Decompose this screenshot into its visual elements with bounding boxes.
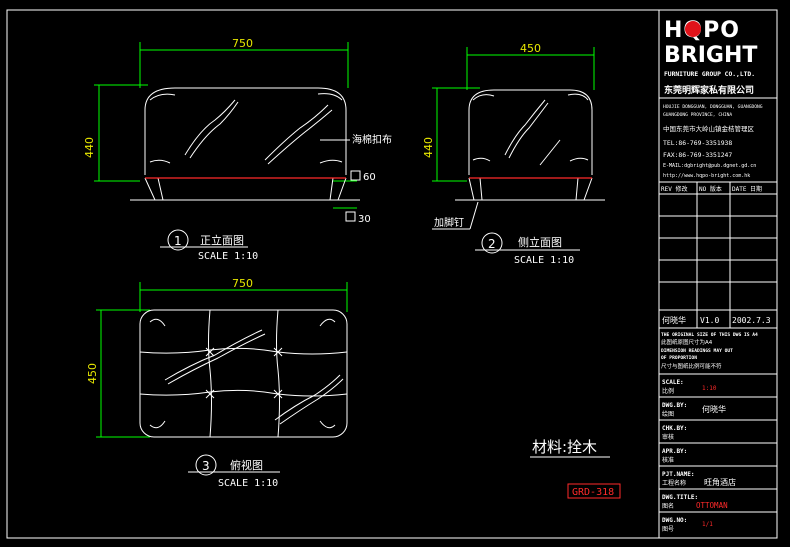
rev-header-rev: REV 修改: [661, 185, 687, 193]
side-callout-leader: [469, 201, 479, 230]
side-width-dim: 450: [520, 42, 541, 55]
drawing-code: GRD-318: [572, 487, 614, 498]
front-leg-bottom-marker: [345, 211, 356, 222]
rev-entry-name: 何晓华: [662, 315, 686, 325]
front-width-dim: 750: [232, 37, 253, 50]
dwg-title-en: DWG.TITLE:: [662, 494, 698, 501]
chk-by-en: CHK.BY:: [662, 425, 687, 432]
top-height-dim: 450: [86, 363, 99, 384]
dwg-by-cn: 绘图: [662, 410, 674, 418]
email: E-MAIL:dgbright@pub.dgnet.gd.cn: [663, 163, 756, 169]
address-en-1: HOUJIE DONGGUAN, DONGGUAN, GUANGDONG: [663, 104, 763, 110]
note-cn-2: 尺寸与图纸比例可能不符: [661, 362, 722, 370]
front-view-number: 1: [174, 234, 182, 248]
top-ottoman-outline: [139, 309, 348, 438]
dwg-by-value: 何晓华: [702, 404, 726, 414]
pjt-name-en: PJT.NAME:: [662, 471, 695, 478]
front-elevation-view: 750 440 60 30 海棉扣布 1 正立面图 SCALE 1:10: [83, 37, 392, 262]
dwg-title-cn: 图名: [662, 502, 674, 510]
top-view-title: 俯视图: [230, 458, 263, 472]
side-elevation-view: 450 440 加脚钉 2 侧立面图 SCALE 1:10: [422, 42, 605, 266]
pjt-name-cn: 工程名称: [662, 479, 686, 487]
rev-entry-date: 2002.7.3: [732, 316, 771, 325]
front-leg-dim: 60: [363, 172, 376, 183]
front-view-title: 正立面图: [200, 233, 244, 247]
drawing-sheet: 750 440 60 30 海棉扣布 1 正立面图 SCALE 1:10 450…: [6, 9, 778, 539]
note-cn-1: 此图纸原图尺寸为A4: [661, 338, 713, 346]
side-view-scale: SCALE 1:10: [514, 255, 574, 266]
address-cn: 中国东莞市大岭山镇金桔管理区: [663, 124, 755, 133]
front-leg-marker: [350, 170, 361, 181]
top-plan-view: 750 450 3 俯视图 SCALE 1:10: [86, 277, 348, 489]
scale-label-en: SCALE:: [662, 379, 684, 386]
material-label: 材料:拴木: [532, 438, 597, 456]
rev-header-date: DATE 日期: [732, 185, 762, 193]
rev-header-no: NO 版本: [699, 185, 722, 193]
scale-value: 1:10: [702, 385, 717, 392]
rev-entry-version: V1.0: [700, 316, 719, 325]
side-callout-label: 加脚钉: [434, 216, 464, 229]
note-en-1: THE ORIGINAL SIZE OF THIS DWG IS A4: [661, 332, 758, 338]
company-name-en: FURNITURE GROUP CO.,LTD.: [664, 71, 755, 78]
top-view-scale: SCALE 1:10: [218, 478, 278, 489]
top-view-number: 3: [202, 459, 210, 473]
dwg-no-en: DWG.NO:: [662, 517, 687, 524]
side-dimension-lines: [432, 47, 595, 182]
dwg-no-value: 1/1: [702, 521, 713, 528]
apr-by-cn: 核准: [662, 456, 674, 464]
front-callout-label: 海棉扣布: [352, 133, 392, 146]
logo-red-o-icon: [685, 21, 701, 37]
note-en-3: OF PROPORTION: [661, 355, 697, 361]
front-height-dim: 440: [83, 137, 96, 158]
website: http://www.hqpo-bright.com.hk: [663, 173, 750, 179]
dwg-by-en: DWG.BY:: [662, 402, 687, 409]
dwg-title-value: OTTOMAN: [696, 501, 728, 510]
front-view-scale: SCALE 1:10: [198, 251, 258, 262]
front-ottoman-outline: [130, 87, 360, 201]
side-height-dim: 440: [422, 137, 435, 158]
fax: FAX:86-769-3351247: [663, 151, 732, 159]
pjt-name-value: 旺角酒店: [704, 477, 736, 487]
logo-bottom-text: BRIGHT: [664, 43, 757, 68]
apr-by-en: APR.BY:: [662, 448, 687, 455]
side-view-number: 2: [488, 237, 496, 251]
address-en-2: GUANGDONG PROVINCE, CHINA: [663, 112, 732, 118]
dwg-no-cn: 图号: [662, 526, 674, 533]
top-width-dim: 750: [232, 277, 253, 290]
scale-label-cn: 比例: [662, 387, 674, 395]
tel: TEL:86-769-3351938: [663, 139, 732, 147]
title-block: HQPO BRIGHT FURNITURE GROUP CO.,LTD. 东莞明…: [658, 9, 778, 539]
chk-by-cn: 审核: [662, 433, 674, 441]
logo-top-text: HQPO: [664, 18, 740, 43]
company-name-cn: 东莞明辉家私有限公司: [664, 84, 754, 96]
side-ottoman-outline: [455, 89, 605, 201]
side-view-title: 侧立面图: [518, 235, 562, 249]
front-dimension-lines: [94, 42, 357, 209]
front-leg-bottom-dim: 30: [358, 214, 371, 225]
top-dimension-lines: [96, 282, 348, 438]
note-en-2: DIMENSION READINGS MAY OUT: [661, 348, 733, 354]
